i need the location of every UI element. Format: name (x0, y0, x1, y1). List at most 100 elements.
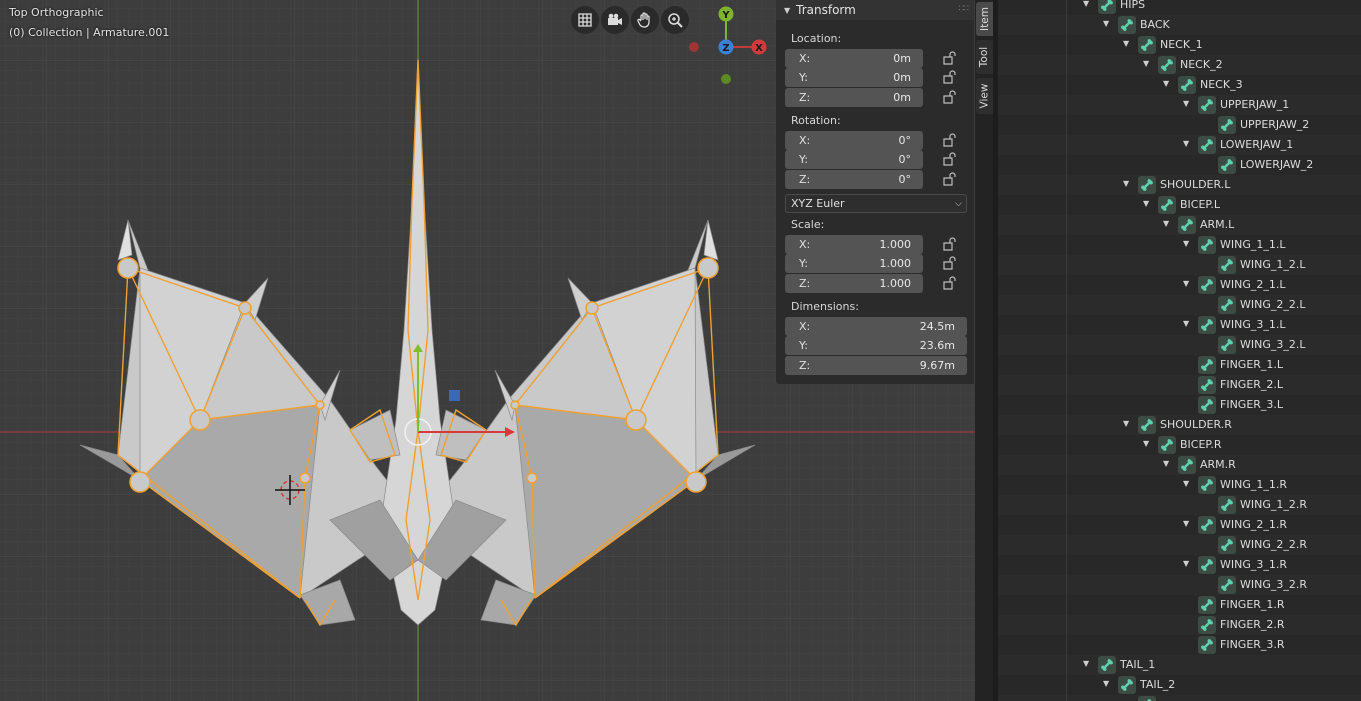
bone-icon (1101, 659, 1113, 671)
location-y-field[interactable]: Y: 0m (785, 68, 923, 87)
expand-triangle-icon[interactable]: ▼ (1123, 419, 1129, 428)
outliner-row[interactable]: ▼ SHOULDER.L (998, 175, 1361, 195)
outliner-row[interactable]: FINGER_1.R (998, 595, 1361, 615)
toggle-ortho-button[interactable] (571, 6, 599, 34)
chevron-down-icon: ⌵ (955, 198, 962, 209)
outliner-row[interactable]: ▼ WING_3_1.L (998, 315, 1361, 335)
bone-icon-badge (1158, 436, 1176, 454)
dimensions-y-field[interactable]: Y: 23.6m (785, 336, 967, 355)
outliner-row[interactable]: ▼ BICEP.L (998, 195, 1361, 215)
rotation-mode-select[interactable]: XYZ Euler ⌵ (785, 194, 967, 213)
outliner-row[interactable]: ▼ LOWERJAW_1 (998, 135, 1361, 155)
expand-triangle-icon[interactable]: ▼ (1163, 79, 1169, 88)
outliner-row[interactable]: ▼ NECK_1 (998, 35, 1361, 55)
lock-icon[interactable] (941, 90, 957, 104)
outliner-row[interactable]: ▼ WING_3_1.R (998, 555, 1361, 575)
expand-triangle-icon[interactable]: ▼ (1183, 319, 1189, 328)
rotation-y-field[interactable]: Y: 0° (785, 150, 923, 169)
lock-icon[interactable] (941, 276, 957, 290)
scale-y-field[interactable]: Y: 1.000 (785, 254, 923, 273)
outliner-row[interactable]: ▼ UPPERJAW_1 (998, 95, 1361, 115)
expand-triangle-icon[interactable]: ▼ (1183, 279, 1189, 288)
bone-icon-badge (1098, 0, 1116, 14)
outliner-row[interactable]: ▼ SHOULDER.R (998, 415, 1361, 435)
lock-icon[interactable] (941, 256, 957, 270)
location-x-field[interactable]: X: 0m (785, 49, 923, 68)
outliner-row[interactable]: ▼ BACK (998, 15, 1361, 35)
scale-z-field[interactable]: Z: 1.000 (785, 274, 923, 293)
outliner-row[interactable]: WING_3_2.L (998, 335, 1361, 355)
tab-tool[interactable]: Tool (976, 40, 993, 74)
outliner-row[interactable]: ▼ WING_1_1.R (998, 475, 1361, 495)
expand-triangle-icon[interactable]: ▼ (1143, 439, 1149, 448)
lock-icon[interactable] (941, 172, 957, 186)
expand-triangle-icon[interactable]: ▼ (1103, 679, 1109, 688)
outliner-row[interactable]: UPPERJAW_2 (998, 115, 1361, 135)
rotation-x-field[interactable]: X: 0° (785, 131, 923, 150)
outliner-row[interactable]: ▼ NECK_3 (998, 75, 1361, 95)
outliner-row[interactable]: WING_2_2.L (998, 295, 1361, 315)
outliner-row[interactable]: WING_3_2.R (998, 575, 1361, 595)
outliner-row[interactable]: ▼ TAIL_2 (998, 675, 1361, 695)
expand-triangle-icon[interactable]: ▼ (1123, 179, 1129, 188)
outliner-row[interactable]: FINGER_2.R (998, 615, 1361, 635)
drag-grip-icon[interactable]: ∷∷ (959, 4, 970, 14)
lock-icon[interactable] (941, 152, 957, 166)
expand-triangle-icon[interactable]: ▼ (1183, 479, 1189, 488)
outliner-row[interactable]: LOWERJAW_2 (998, 155, 1361, 175)
bone-icon-badge (1198, 316, 1216, 334)
camera-view-button[interactable] (601, 6, 629, 34)
lock-icon[interactable] (941, 51, 957, 65)
expand-triangle-icon[interactable]: ▼ (1083, 0, 1089, 8)
expand-triangle-icon[interactable]: ▼ (1163, 219, 1169, 228)
expand-triangle-icon[interactable]: ▼ (1183, 99, 1189, 108)
outliner-row[interactable]: ▼ HIPS (998, 0, 1361, 15)
expand-triangle-icon[interactable]: ▼ (1103, 19, 1109, 28)
outliner-row[interactable]: ▼ ARM.R (998, 455, 1361, 475)
outliner-row[interactable]: ▼ ARM.L (998, 215, 1361, 235)
scale-x-field[interactable]: X: 1.000 (785, 235, 923, 254)
tab-view[interactable]: View (976, 78, 993, 114)
pan-view-button[interactable] (631, 6, 659, 34)
outliner-row[interactable]: ▼ NECK_2 (998, 55, 1361, 75)
outliner-row[interactable]: FINGER_3.R (998, 635, 1361, 655)
bone-icon-badge (1178, 76, 1196, 94)
dimensions-x-field[interactable]: X: 24.5m (785, 317, 967, 336)
axis-label: X: (799, 238, 811, 251)
expand-triangle-icon[interactable]: ▼ (1183, 519, 1189, 528)
rotation-z-field[interactable]: Z: 0° (785, 170, 923, 189)
navigation-gizmo[interactable]: Y X Z (680, 0, 776, 96)
outliner-row[interactable]: WING_1_2.L (998, 255, 1361, 275)
outliner-row[interactable]: ▼ WING_2_1.R (998, 515, 1361, 535)
outliner-row[interactable]: ▼ WING_1_1.L (998, 235, 1361, 255)
outliner-row[interactable]: ▼ WING_2_1.L (998, 275, 1361, 295)
expand-triangle-icon[interactable]: ▼ (1163, 459, 1169, 468)
expand-triangle-icon[interactable]: ▼ (1183, 139, 1189, 148)
axis-label: Y: (799, 257, 808, 270)
lock-icon[interactable] (941, 133, 957, 147)
bone-icon-badge (1138, 36, 1156, 54)
dimensions-z-field[interactable]: Z: 9.67m (785, 356, 967, 375)
outliner-row[interactable]: FINGER_2.L (998, 375, 1361, 395)
outliner-row[interactable]: WING_2_2.R (998, 535, 1361, 555)
outliner-row[interactable]: ▼ BICEP.R (998, 435, 1361, 455)
outliner-row[interactable]: ▼ TAIL_1 (998, 655, 1361, 675)
outliner-row[interactable]: FINGER_1.L (998, 355, 1361, 375)
lock-icon[interactable] (941, 237, 957, 251)
transform-header[interactable]: ▼ Transform (776, 0, 974, 20)
bone-icon-badge (1198, 356, 1216, 374)
expand-triangle-icon[interactable]: ▼ (1123, 39, 1129, 48)
expand-triangle-icon[interactable]: ▼ (1143, 199, 1149, 208)
outliner-row[interactable]: FINGER_3.L (998, 395, 1361, 415)
outliner-row[interactable]: WING_1_2.R (998, 495, 1361, 515)
outliner-item-label: LOWERJAW_1 (1220, 138, 1294, 151)
expand-triangle-icon[interactable]: ▼ (1083, 659, 1089, 668)
expand-triangle-icon[interactable]: ▼ (1143, 59, 1149, 68)
field-value: 1.000 (879, 277, 912, 290)
expand-triangle-icon[interactable]: ▼ (1183, 559, 1189, 568)
outliner-row[interactable] (998, 695, 1361, 701)
expand-triangle-icon[interactable]: ▼ (1183, 239, 1189, 248)
tab-item[interactable]: Item (976, 2, 993, 36)
lock-icon[interactable] (941, 70, 957, 84)
location-z-field[interactable]: Z: 0m (785, 88, 923, 107)
